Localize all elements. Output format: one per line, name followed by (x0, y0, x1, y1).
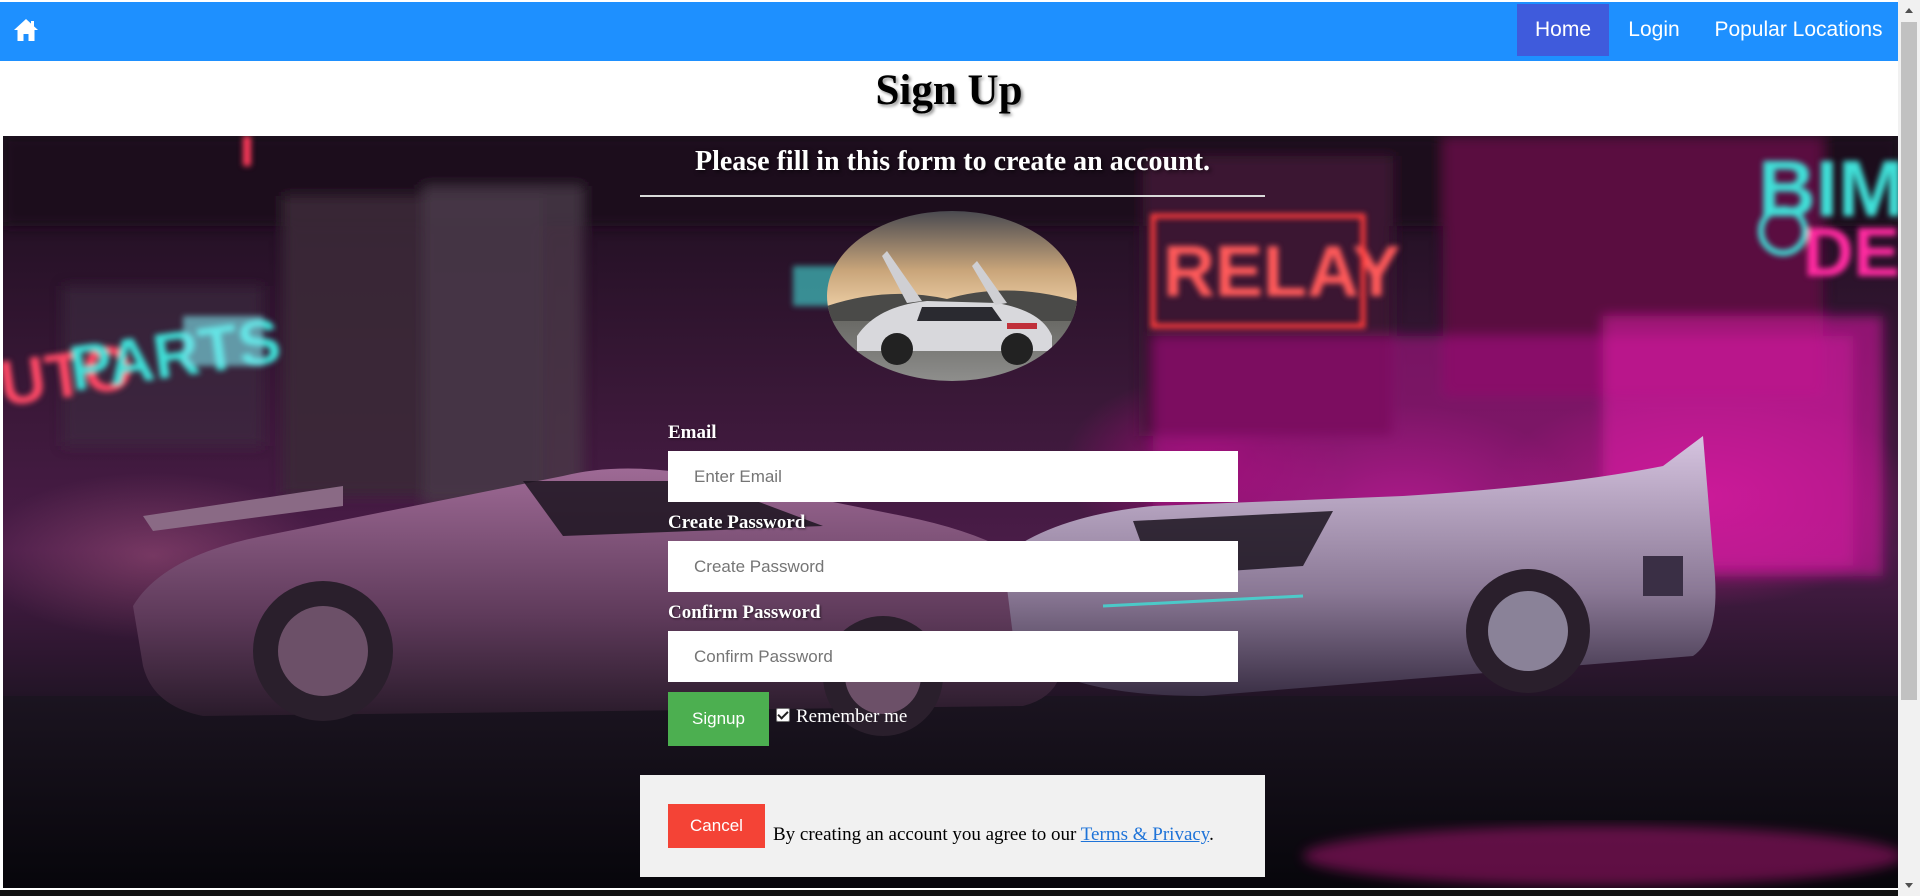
svg-text:DE: DE (1803, 213, 1898, 291)
terms-privacy-link[interactable]: Terms & Privacy (1081, 824, 1209, 845)
confirm-password-label: Confirm Password (668, 602, 821, 623)
remember-me-label: Remember me (796, 706, 908, 727)
confirm-password-input[interactable] (668, 631, 1238, 682)
form-subtitle: Please fill in this form to create an ac… (694, 146, 1211, 177)
nav-home[interactable]: Home (1517, 4, 1609, 56)
scroll-up-arrow-icon[interactable] (1898, 0, 1920, 22)
nav-login[interactable]: Login (1609, 4, 1699, 56)
terms-text: By creating an account you agree to our … (773, 824, 1214, 846)
email-label: Email (668, 422, 717, 443)
signup-button[interactable]: Signup (668, 692, 769, 746)
cancel-button[interactable]: Cancel (668, 804, 765, 848)
terms-agree-text: By creating an account you agree to our (773, 824, 1077, 845)
create-password-label: Create Password (668, 512, 806, 533)
create-password-input[interactable] (668, 541, 1238, 592)
scrollbar-thumb[interactable] (1901, 22, 1917, 700)
divider (640, 195, 1265, 197)
avatar-image (827, 211, 1077, 381)
remember-me-checkbox[interactable] (776, 708, 790, 722)
page-title: Sign Up (875, 67, 1023, 114)
email-input[interactable] (668, 451, 1238, 502)
home-icon[interactable] (12, 16, 40, 44)
top-navbar: Home Login Popular Locations (0, 0, 1898, 61)
page-bottom-edge (0, 890, 1898, 896)
vertical-scrollbar[interactable] (1898, 0, 1920, 896)
scroll-down-arrow-icon[interactable] (1898, 874, 1920, 896)
terms-end: . (1209, 824, 1214, 845)
nav-popular-locations[interactable]: Popular Locations (1699, 4, 1898, 56)
